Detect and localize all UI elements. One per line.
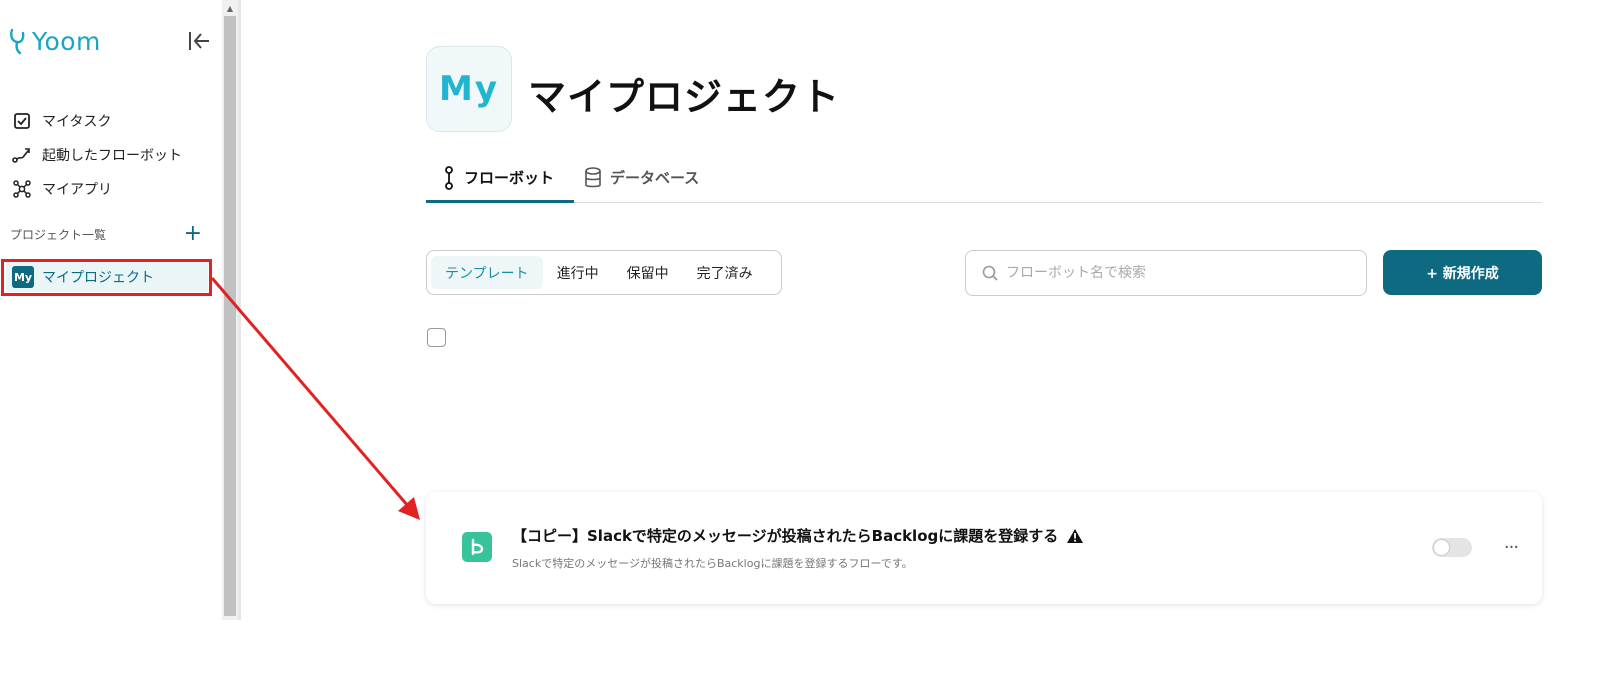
- collapse-left-icon: [189, 32, 209, 50]
- flowbot-icon: [445, 165, 453, 190]
- filter-template[interactable]: テンプレート: [431, 256, 543, 289]
- page-title: マイプロジェクト: [528, 75, 841, 119]
- sidebar-item-label: 起動したフローボット: [42, 148, 182, 164]
- search-input[interactable]: [1006, 265, 1346, 281]
- database-icon: [585, 166, 601, 187]
- flowbot-description: Slackで特定のメッセージが投稿されたらBacklogに課題を登録するフローで…: [512, 557, 913, 570]
- sidebar-divider: [238, 0, 241, 620]
- project-label: マイプロジェクト: [42, 270, 154, 286]
- flowbot-title-text: 【コピー】Slackで特定のメッセージが投稿されたらBacklogに課題を登録す…: [512, 527, 1059, 545]
- flow-route-icon: [12, 145, 32, 165]
- tab-flowbot[interactable]: フローボット: [442, 152, 554, 203]
- project-avatar: My: [12, 266, 34, 288]
- collapse-sidebar-button[interactable]: [186, 28, 212, 54]
- warning-icon: [1067, 528, 1084, 543]
- tab-bar: フローボット データベース: [426, 152, 1542, 203]
- sidebar-scrollbar[interactable]: ▲: [222, 0, 238, 620]
- toggle-knob: [1434, 540, 1449, 555]
- task-check-icon: [12, 111, 32, 131]
- sidebar-item-my-apps[interactable]: マイアプリ: [12, 172, 182, 206]
- sidebar: Yoom マイタスク 起動したフローボット マイアプリ プロジェクト一覧 + M…: [0, 0, 222, 620]
- sidebar-item-label: マイタスク: [42, 114, 112, 130]
- active-tab-indicator: [426, 200, 574, 203]
- tab-database[interactable]: データベース: [584, 152, 699, 203]
- sidebar-item-label: マイアプリ: [42, 182, 112, 198]
- scroll-thumb[interactable]: [224, 16, 236, 616]
- filter-completed[interactable]: 完了済み: [683, 256, 767, 289]
- search-icon: [982, 265, 998, 281]
- yoom-logo[interactable]: Yoom: [8, 24, 101, 58]
- logo-text: Yoom: [32, 26, 101, 56]
- sidebar-nav: マイタスク 起動したフローボット マイアプリ: [12, 104, 182, 206]
- flow-play-icon: [462, 532, 492, 562]
- tab-label: データベース: [610, 169, 700, 187]
- select-all-checkbox[interactable]: [427, 328, 446, 347]
- project-avatar-large: My: [426, 46, 512, 132]
- scroll-up-icon[interactable]: ▲: [222, 0, 238, 16]
- more-options-icon[interactable]: ···: [1500, 536, 1522, 558]
- filter-on-hold[interactable]: 保留中: [613, 256, 683, 289]
- add-project-button[interactable]: +: [184, 223, 202, 245]
- search-box: [965, 250, 1367, 296]
- status-filter-group: テンプレート 進行中 保留中 完了済み: [426, 250, 782, 295]
- flowbot-enable-toggle[interactable]: [1432, 538, 1472, 557]
- flowbot-card[interactable]: 【コピー】Slackで特定のメッセージが投稿されたらBacklogに課題を登録す…: [426, 492, 1542, 604]
- projects-section-title: プロジェクト一覧: [10, 227, 107, 242]
- new-flowbot-button[interactable]: + 新規作成: [1383, 250, 1542, 295]
- tab-label: フローボット: [464, 169, 555, 187]
- projects-section-header: プロジェクト一覧 +: [10, 223, 202, 245]
- yoom-logo-icon: [10, 28, 25, 55]
- filter-in-progress[interactable]: 進行中: [543, 256, 613, 289]
- sidebar-item-my-project[interactable]: My マイプロジェクト: [6, 262, 208, 292]
- sidebar-item-my-tasks[interactable]: マイタスク: [12, 104, 182, 138]
- flowbot-title: 【コピー】Slackで特定のメッセージが投稿されたらBacklogに課題を登録す…: [512, 525, 1084, 546]
- sidebar-item-started-flowbots[interactable]: 起動したフローボット: [12, 138, 182, 172]
- apps-network-icon: [12, 179, 32, 199]
